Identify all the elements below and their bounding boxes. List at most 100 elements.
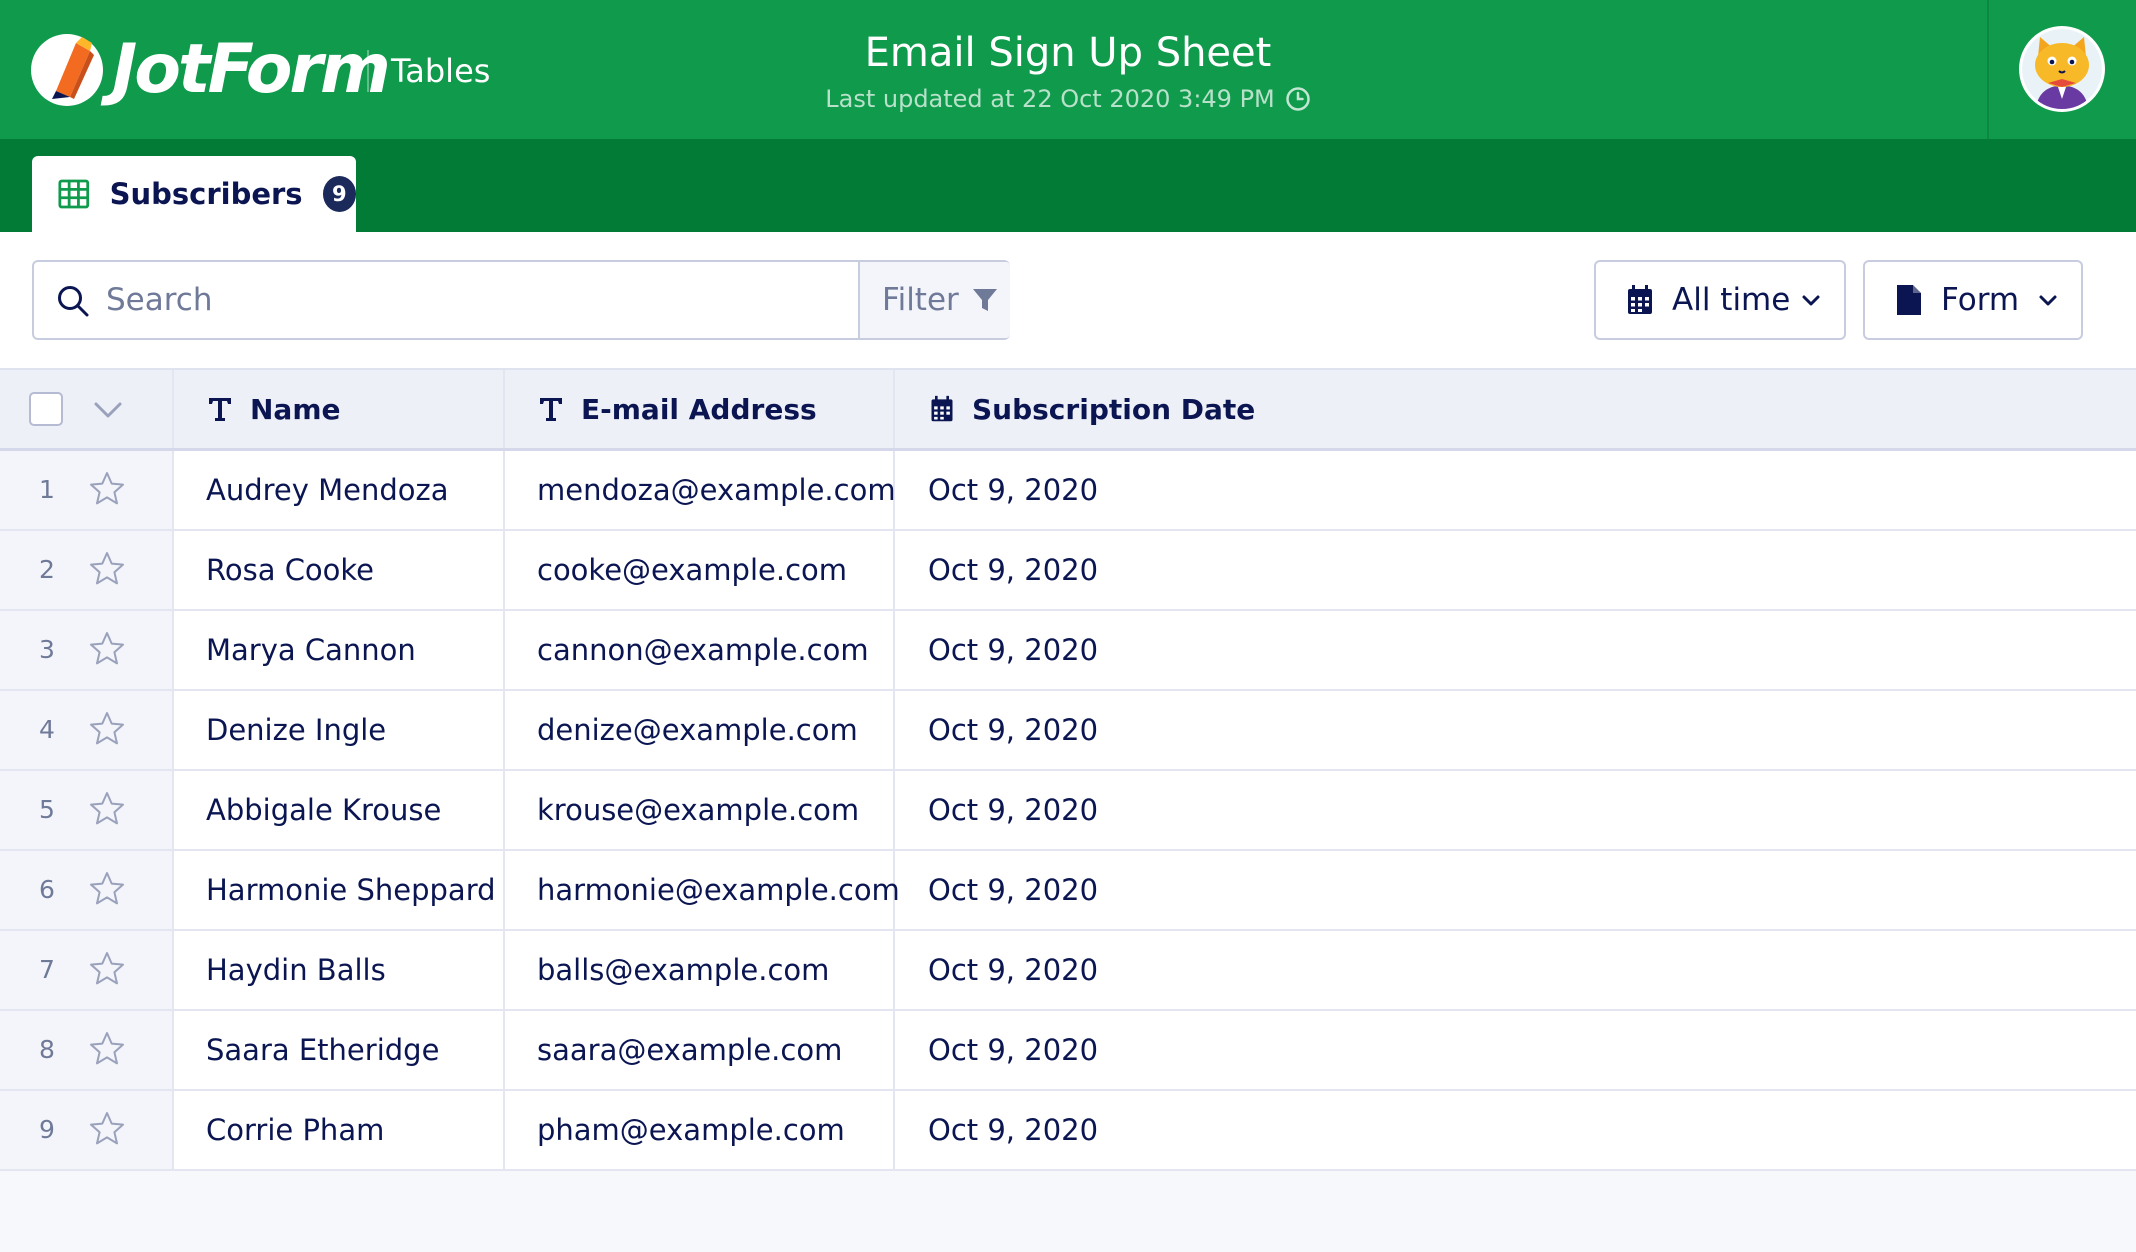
form-dropdown[interactable]: Form bbox=[1863, 260, 2083, 340]
name-cell[interactable]: Corrie Pham bbox=[174, 1091, 505, 1169]
date-value: Oct 9, 2020 bbox=[928, 873, 1099, 907]
name-cell[interactable]: Saara Etheridge bbox=[174, 1011, 505, 1089]
table-header-row: Name E-mail Address Subscription Date bbox=[0, 368, 2136, 451]
star-icon[interactable] bbox=[88, 550, 126, 588]
star-icon[interactable] bbox=[88, 470, 126, 508]
date-cell[interactable]: Oct 9, 2020 bbox=[895, 611, 2136, 689]
name-cell[interactable]: Denize Ingle bbox=[174, 691, 505, 769]
name-value: Marya Cannon bbox=[206, 633, 416, 667]
star-icon[interactable] bbox=[88, 790, 126, 828]
column-header-email[interactable]: E-mail Address bbox=[505, 370, 895, 448]
email-cell[interactable]: cooke@example.com bbox=[505, 531, 895, 609]
table-row[interactable]: 7 Haydin Balls balls@example.com Oct 9, 202… bbox=[0, 931, 2136, 1011]
date-cell[interactable]: Oct 9, 2020 bbox=[895, 691, 2136, 769]
date-cell[interactable]: Oct 9, 2020 bbox=[895, 451, 2136, 529]
column-header-label: E-mail Address bbox=[581, 392, 817, 426]
table-row[interactable]: 3 Marya Cannon cannon@example.com Oct 9, 20… bbox=[0, 611, 2136, 691]
document-icon bbox=[1897, 285, 1921, 315]
date-value: Oct 9, 2020 bbox=[928, 1033, 1099, 1067]
date-value: Oct 9, 2020 bbox=[928, 1113, 1099, 1147]
filter-funnel-icon bbox=[972, 289, 997, 311]
data-table: Name E-mail Address Subscription Date 1 A… bbox=[0, 368, 2136, 1252]
date-cell[interactable]: Oct 9, 2020 bbox=[895, 531, 2136, 609]
column-header-label: Name bbox=[250, 392, 341, 426]
chevron-down-icon bbox=[1802, 295, 1820, 306]
table-row[interactable]: 2 Rosa Cooke cooke@example.com Oct 9, 2020 bbox=[0, 531, 2136, 611]
tab-subscribers[interactable]: Subscribers 9 bbox=[32, 156, 356, 232]
date-range-label: All time bbox=[1672, 282, 1791, 318]
email-cell[interactable]: cannon@example.com bbox=[505, 611, 895, 689]
row-controls: 1 bbox=[0, 451, 174, 529]
date-cell[interactable]: Oct 9, 2020 bbox=[895, 771, 2136, 849]
star-icon[interactable] bbox=[88, 630, 126, 668]
star-icon[interactable] bbox=[88, 1110, 126, 1148]
email-cell[interactable]: saara@example.com bbox=[505, 1011, 895, 1089]
email-cell[interactable]: denize@example.com bbox=[505, 691, 895, 769]
table-row[interactable]: 4 Denize Ingle denize@example.com Oct 9, 20… bbox=[0, 691, 2136, 771]
row-number: 5 bbox=[39, 795, 55, 824]
calendar-icon bbox=[931, 395, 953, 422]
date-range-dropdown[interactable]: All time bbox=[1594, 260, 1846, 340]
table-row[interactable]: 9 Corrie Pham pham@example.com Oct 9, 2020 bbox=[0, 1091, 2136, 1171]
last-updated-text: Last updated at 22 Oct 2020 3:49 PM bbox=[825, 85, 1275, 113]
star-icon[interactable] bbox=[88, 1030, 126, 1068]
filter-label: Filter bbox=[882, 282, 959, 318]
email-cell[interactable]: balls@example.com bbox=[505, 931, 895, 1009]
name-cell[interactable]: Audrey Mendoza bbox=[174, 451, 505, 529]
page-title[interactable]: Email Sign Up Sheet bbox=[0, 28, 2136, 78]
date-cell[interactable]: Oct 9, 2020 bbox=[895, 931, 2136, 1009]
star-icon[interactable] bbox=[88, 710, 126, 748]
name-value: Corrie Pham bbox=[206, 1113, 385, 1147]
row-controls: 3 bbox=[0, 611, 174, 689]
table-row[interactable]: 1 Audrey Mendoza mendoza@example.com Oct 9,… bbox=[0, 451, 2136, 531]
select-all-checkbox[interactable] bbox=[29, 392, 63, 426]
column-header-subscription-date[interactable]: Subscription Date bbox=[895, 370, 2136, 448]
name-cell[interactable]: Harmonie Sheppard bbox=[174, 851, 505, 929]
email-value: mendoza@example.com bbox=[537, 473, 896, 507]
date-value: Oct 9, 2020 bbox=[928, 473, 1099, 507]
name-value: Saara Etheridge bbox=[206, 1033, 440, 1067]
email-cell[interactable]: krouse@example.com bbox=[505, 771, 895, 849]
name-cell[interactable]: Abbigale Krouse bbox=[174, 771, 505, 849]
name-cell[interactable]: Haydin Balls bbox=[174, 931, 505, 1009]
email-cell[interactable]: pham@example.com bbox=[505, 1091, 895, 1169]
text-type-icon bbox=[540, 398, 562, 421]
email-value: cannon@example.com bbox=[537, 633, 869, 667]
name-cell[interactable]: Rosa Cooke bbox=[174, 531, 505, 609]
row-number: 8 bbox=[39, 1035, 55, 1064]
table-row[interactable]: 6 Harmonie Sheppard harmonie@example.com Oc… bbox=[0, 851, 2136, 931]
row-number: 6 bbox=[39, 875, 55, 904]
date-value: Oct 9, 2020 bbox=[928, 713, 1099, 747]
email-value: krouse@example.com bbox=[537, 793, 860, 827]
search-input[interactable] bbox=[106, 262, 886, 338]
email-value: balls@example.com bbox=[537, 953, 830, 987]
table-row[interactable]: 5 Abbigale Krouse krouse@example.com Oct 9,… bbox=[0, 771, 2136, 851]
row-controls: 8 bbox=[0, 1011, 174, 1089]
date-value: Oct 9, 2020 bbox=[928, 633, 1099, 667]
calendar-icon bbox=[1628, 285, 1652, 314]
star-icon[interactable] bbox=[88, 870, 126, 908]
row-controls: 4 bbox=[0, 691, 174, 769]
date-cell[interactable]: Oct 9, 2020 bbox=[895, 851, 2136, 929]
text-type-icon bbox=[209, 398, 231, 421]
star-icon[interactable] bbox=[88, 950, 126, 988]
table-row[interactable]: 8 Saara Etheridge saara@example.com Oct 9, … bbox=[0, 1011, 2136, 1091]
date-cell[interactable]: Oct 9, 2020 bbox=[895, 1011, 2136, 1089]
tab-bar: Subscribers 9 bbox=[0, 139, 2136, 232]
email-value: pham@example.com bbox=[537, 1113, 845, 1147]
name-cell[interactable]: Marya Cannon bbox=[174, 611, 505, 689]
user-avatar[interactable] bbox=[2019, 26, 2105, 112]
chevron-down-icon[interactable] bbox=[92, 398, 124, 422]
column-header-name[interactable]: Name bbox=[174, 370, 505, 448]
filter-button[interactable]: Filter bbox=[858, 262, 1010, 338]
name-value: Denize Ingle bbox=[206, 713, 387, 747]
email-cell[interactable]: mendoza@example.com bbox=[505, 451, 896, 529]
last-updated: Last updated at 22 Oct 2020 3:49 PM bbox=[825, 84, 1311, 114]
tab-count-badge: 9 bbox=[322, 176, 356, 212]
row-number: 7 bbox=[39, 955, 55, 984]
email-cell[interactable]: harmonie@example.com bbox=[505, 851, 900, 929]
row-number: 1 bbox=[39, 475, 55, 504]
column-header-label: Subscription Date bbox=[972, 392, 1256, 426]
date-value: Oct 9, 2020 bbox=[928, 553, 1099, 587]
date-cell[interactable]: Oct 9, 2020 bbox=[895, 1091, 2136, 1169]
